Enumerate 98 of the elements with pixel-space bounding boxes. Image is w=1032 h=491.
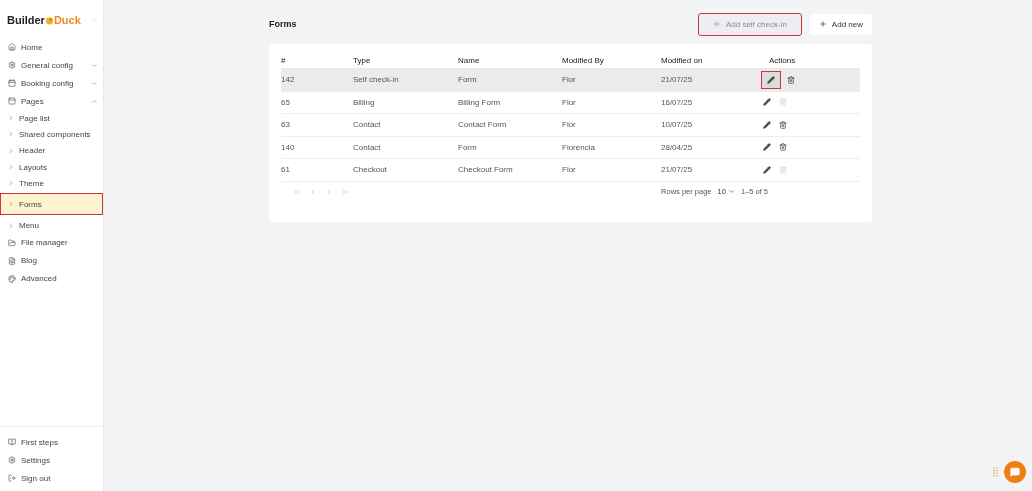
table-cell-text: Flor xyxy=(562,75,577,85)
chat-button[interactable] xyxy=(1004,461,1026,483)
previous-page-icon[interactable] xyxy=(309,187,317,196)
table-cell-text: Flor xyxy=(562,120,577,130)
table-cell-text: 61 xyxy=(281,165,291,175)
sidebar-item[interactable]: Booking config xyxy=(0,74,103,92)
chevron-right-icon xyxy=(8,180,14,187)
sidebar-item[interactable]: Layouts xyxy=(0,158,103,176)
last-page-icon[interactable] xyxy=(341,187,349,196)
book-icon xyxy=(8,438,16,446)
table-cell-text: Contact xyxy=(353,142,382,152)
edit-button[interactable] xyxy=(761,118,773,131)
sidebar-item[interactable]: Forms xyxy=(0,193,103,216)
sidebar-item[interactable]: Home xyxy=(0,38,103,56)
delete-button[interactable] xyxy=(787,75,795,84)
table-cell-text: 142 xyxy=(281,75,296,85)
chevron-right-icon xyxy=(8,201,14,208)
sidebar-item[interactable]: Theme xyxy=(0,175,103,192)
sidebar-item[interactable]: Page list xyxy=(0,110,103,127)
table-cell-text: Form xyxy=(458,75,478,85)
home-icon xyxy=(8,43,16,51)
edit-button[interactable] xyxy=(761,70,781,89)
sidebar-item[interactable]: Sign out xyxy=(0,469,103,487)
chevron-right-icon xyxy=(8,131,14,138)
arrow-left-icon xyxy=(712,20,721,28)
pencil-icon xyxy=(763,143,771,152)
table-cell-text: Billing xyxy=(353,97,376,107)
page-title: Forms xyxy=(269,19,297,29)
caret-icon xyxy=(727,188,735,195)
pencil-icon xyxy=(763,165,771,174)
table-cell-text: 140 xyxy=(281,142,296,152)
column-header: Type xyxy=(353,55,372,65)
delete-button[interactable] xyxy=(779,120,787,129)
pencil-icon xyxy=(763,98,771,107)
sidebar-item[interactable]: Menu xyxy=(0,217,103,234)
column-header: Name xyxy=(458,55,481,65)
plus-icon xyxy=(818,20,827,28)
window-icon xyxy=(8,97,16,105)
table-cell-text: Flor xyxy=(562,97,577,107)
drag-handle-icon[interactable] xyxy=(993,467,998,477)
exit-icon xyxy=(8,474,16,482)
trash-icon xyxy=(779,165,787,174)
sidebar-item[interactable]: Pages xyxy=(0,92,103,110)
sidebar-item[interactable]: Shared components xyxy=(0,126,103,143)
chevron-right-icon xyxy=(8,115,14,122)
table-cell-text: Checkout Form xyxy=(458,165,514,175)
table-row[interactable]: 142 Self check-in Form Flor 21/07/25 xyxy=(281,69,860,92)
logo: Builder Duck xyxy=(7,14,81,26)
sidebar-item[interactable]: Blog xyxy=(0,251,103,270)
table-cell-text: 21/07/25 xyxy=(661,165,694,175)
add-new-button[interactable]: Add new xyxy=(809,13,872,35)
gear-icon xyxy=(8,61,16,69)
column-header: Modified on xyxy=(661,55,704,65)
trash-icon xyxy=(779,120,787,129)
pencil-icon xyxy=(767,75,775,84)
trash-icon xyxy=(779,98,787,107)
pencil-icon xyxy=(763,120,771,129)
table-cell-text: 16/07/25 xyxy=(661,97,694,107)
document-icon xyxy=(8,256,16,265)
sidebar-item[interactable]: File manager xyxy=(0,233,103,252)
chevron-right-icon xyxy=(8,222,14,229)
chevron-right-icon xyxy=(8,147,14,154)
table-cell-text: Contact Form xyxy=(458,120,508,130)
table-cell-text: Checkout xyxy=(353,165,388,175)
edit-button[interactable] xyxy=(761,163,773,176)
sidebar-item[interactable]: Settings xyxy=(0,451,103,469)
table-cell-text: 10/07/25 xyxy=(661,120,694,130)
table-cell-text: Florencia xyxy=(562,142,596,152)
sidebar-item[interactable]: General config xyxy=(0,56,103,74)
column-header: Actions xyxy=(768,55,797,65)
table-cell-text: 21/07/25 xyxy=(661,75,694,85)
column-header: # xyxy=(281,55,287,65)
palette-icon xyxy=(8,274,16,283)
folder-icon xyxy=(8,238,16,247)
chat-icon xyxy=(1010,467,1020,477)
table-cell-text: 65 xyxy=(281,97,291,107)
duck-icon xyxy=(44,15,54,25)
trash-icon xyxy=(787,75,795,84)
trash-icon xyxy=(779,143,787,152)
calendar-icon xyxy=(8,79,16,87)
table-cell-text: 28/04/25 xyxy=(661,142,694,152)
table-cell-text: Form xyxy=(458,142,478,152)
edit-button[interactable] xyxy=(761,96,773,109)
table-cell-text: Self check-in xyxy=(353,75,400,85)
table-cell-text: Billing Form xyxy=(458,97,502,107)
edit-button[interactable] xyxy=(761,141,773,154)
sidebar-item[interactable]: First steps xyxy=(0,433,103,451)
table-cell-text: 63 xyxy=(281,120,291,130)
first-page-icon[interactable] xyxy=(293,187,301,196)
gear-icon xyxy=(8,456,16,464)
sidebar-item[interactable]: Advanced xyxy=(0,269,103,288)
delete-button[interactable] xyxy=(779,143,787,152)
table-cell-text: Contact xyxy=(353,120,382,130)
next-page-icon[interactable] xyxy=(325,187,333,196)
chevron-right-icon xyxy=(8,164,14,171)
table-cell-text: Flor xyxy=(562,165,577,175)
sidebar-item[interactable]: Header xyxy=(0,142,103,159)
column-header: Modified By xyxy=(562,55,605,65)
